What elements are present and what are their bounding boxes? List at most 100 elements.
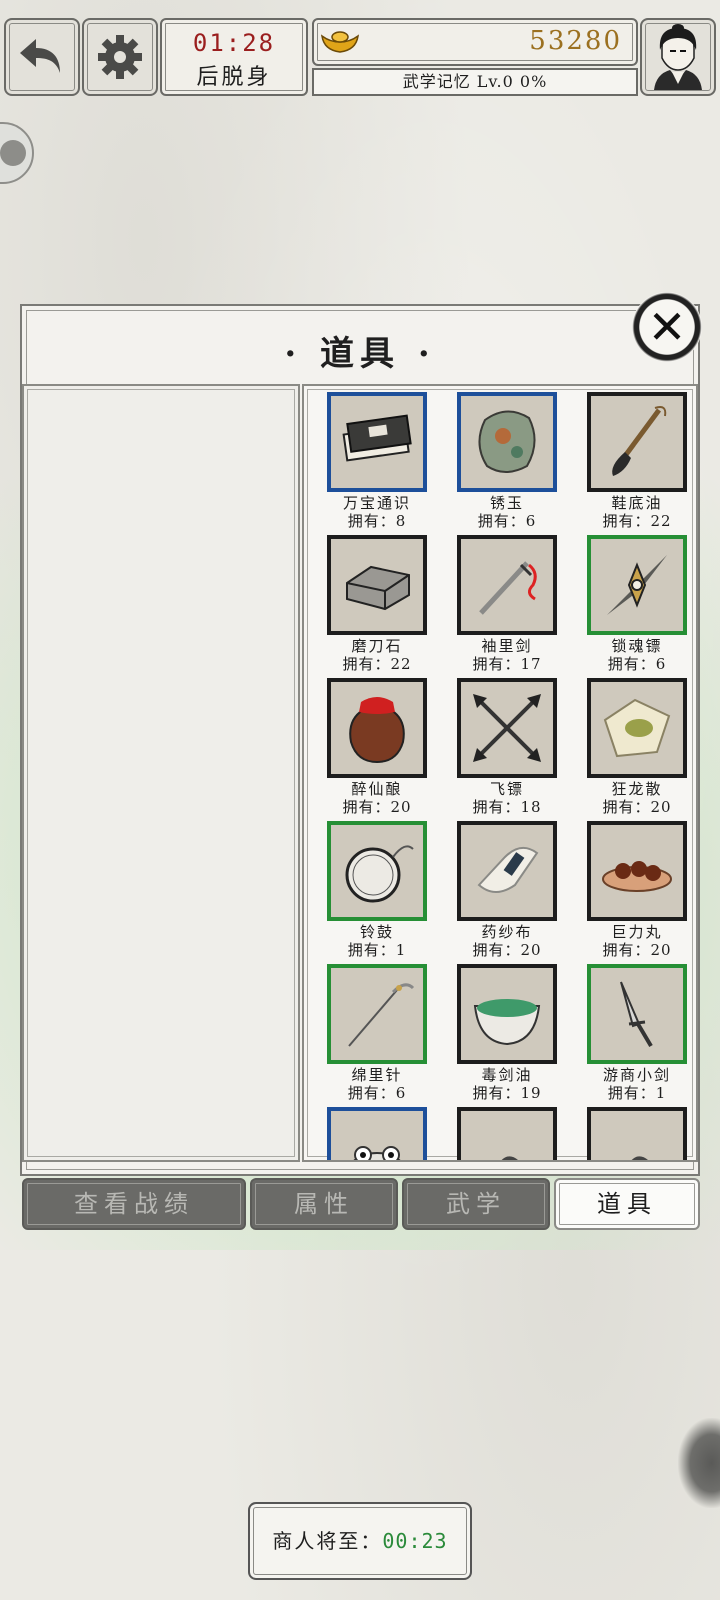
item-name: 绵里针 — [351, 1066, 403, 1084]
pills-bowl-icon — [602, 861, 672, 892]
inventory-item[interactable]: 飞镖 拥有：18 — [442, 678, 572, 816]
whetstone-icon — [346, 565, 410, 611]
merchant-countdown: 商人将至：00:23 — [248, 1502, 472, 1580]
item-slot[interactable] — [587, 535, 687, 635]
inventory-item[interactable]: 磨刀石 拥有：22 — [312, 535, 442, 673]
item-count: 拥有：20 — [342, 798, 412, 816]
item-slot[interactable] — [327, 964, 427, 1064]
inventory-item[interactable]: 鞋底油 拥有：22 — [572, 392, 696, 530]
item-slot[interactable] — [327, 392, 427, 492]
item-slot[interactable] — [457, 1107, 557, 1160]
ink-blot-decoration — [678, 1418, 720, 1508]
item-slot[interactable] — [457, 821, 557, 921]
item-slot[interactable] — [587, 392, 687, 492]
avatar-button[interactable] — [640, 18, 716, 96]
item-name: 游商小剑 — [602, 1066, 671, 1084]
sleeve-sword-icon — [479, 561, 537, 615]
item-slot[interactable] — [327, 678, 427, 778]
brush-icon — [612, 406, 667, 476]
item-count: 拥有：1 — [347, 941, 407, 959]
item-slot[interactable] — [587, 821, 687, 921]
inventory-item[interactable]: 绵里针 拥有：6 — [312, 964, 442, 1102]
item-slot[interactable] — [587, 678, 687, 778]
tab-martial-arts[interactable]: 武学 — [402, 1178, 550, 1230]
bandage-icon — [477, 846, 539, 893]
item-slot[interactable] — [327, 1107, 427, 1160]
item-count: 拥有：17 — [472, 655, 542, 673]
back-button[interactable] — [4, 18, 80, 96]
inventory-item[interactable]: 醉仙酿 拥有：20 — [312, 678, 442, 816]
item-name: 醉仙酿 — [351, 780, 403, 798]
inventory-item[interactable]: 袖里剑 拥有：17 — [442, 535, 572, 673]
item-name: 万宝通识 — [342, 494, 411, 512]
inventory-item[interactable]: 游商小剑 拥有：1 — [572, 964, 696, 1102]
timer-time: 01:28 — [192, 29, 276, 57]
item-grid: 万宝通识 拥有：8 锈玉 拥有：6 鞋底油 拥有：22 磨刀石 拥有：22 袖里剑 拥有：17 锁魂… — [312, 392, 692, 1160]
item-slot[interactable] — [457, 678, 557, 778]
panel-title: · 道具 · — [284, 334, 436, 374]
inventory-item[interactable]: 铃鼓 拥有：1 — [312, 821, 442, 959]
poison-bowl-icon — [473, 999, 541, 1046]
close-icon: ✕ — [647, 300, 687, 354]
item-name: 巨力丸 — [611, 923, 663, 941]
item-name: 狂龙散 — [611, 780, 663, 798]
item-count: 拥有：6 — [477, 512, 537, 530]
item-count: 拥有：6 — [347, 1084, 407, 1102]
item-name: 铃鼓 — [359, 923, 394, 941]
item-count: 拥有：6 — [607, 655, 667, 673]
merchant-time: 00:23 — [382, 1529, 448, 1553]
inventory-item[interactable]: 巨力丸 拥有：20 — [572, 821, 696, 959]
item-grid-pane[interactable]: 万宝通识 拥有：8 锈玉 拥有：6 鞋底油 拥有：22 磨刀石 拥有：22 袖里剑 拥有：17 锁魂… — [302, 384, 698, 1162]
item-count: 拥有：8 — [347, 512, 407, 530]
item-count: 拥有：20 — [602, 941, 672, 959]
frog-icon — [353, 1146, 401, 1160]
martial-memory-level: 武学记忆 Lv.0 0% — [312, 68, 638, 96]
close-button[interactable]: ✕ — [632, 292, 702, 362]
item-name: 鞋底油 — [611, 494, 663, 512]
item-name: 药纱布 — [481, 923, 533, 941]
dart-icon — [607, 555, 667, 615]
gold-ingot-icon — [321, 31, 359, 53]
inventory-item[interactable] — [442, 1107, 572, 1160]
inventory-item[interactable]: 毒剑油 拥有：19 — [442, 964, 572, 1102]
item-count: 拥有：18 — [472, 798, 542, 816]
gold-display: 53280 — [312, 18, 638, 66]
inventory-item[interactable] — [312, 1107, 442, 1160]
merchant-label: 商人将至： — [272, 1529, 383, 1553]
unknown-item-icon — [501, 1156, 518, 1160]
escape-timer: 01:28 后脱身 — [160, 18, 308, 96]
item-slot[interactable] — [327, 535, 427, 635]
tab-attributes[interactable]: 属性 — [250, 1178, 398, 1230]
item-count: 拥有：20 — [472, 941, 542, 959]
item-slot[interactable] — [457, 535, 557, 635]
item-name: 锁魂镖 — [611, 637, 663, 655]
inventory-item[interactable] — [572, 1107, 696, 1160]
item-count: 拥有：1 — [607, 1084, 667, 1102]
item-slot[interactable] — [457, 392, 557, 492]
item-count: 拥有：19 — [472, 1084, 542, 1102]
item-name: 毒剑油 — [481, 1066, 533, 1084]
item-slot[interactable] — [587, 964, 687, 1064]
needle-icon — [348, 983, 415, 1047]
item-slot[interactable] — [457, 964, 557, 1064]
item-count: 拥有：20 — [602, 798, 672, 816]
tambourine-icon — [345, 845, 414, 903]
crossed-darts-icon — [473, 694, 541, 762]
timer-label: 后脱身 — [196, 65, 272, 90]
settings-button[interactable] — [82, 18, 158, 96]
item-slot[interactable] — [587, 1107, 687, 1160]
tab-items[interactable]: 道具 — [554, 1178, 700, 1230]
item-count: 拥有：22 — [342, 655, 412, 673]
inventory-item[interactable]: 锈玉 拥有：6 — [442, 392, 572, 530]
tab-battle-record[interactable]: 查看战绩 — [22, 1178, 246, 1230]
inventory-item[interactable]: 药纱布 拥有：20 — [442, 821, 572, 959]
book-icon — [342, 414, 412, 462]
gold-value: 53280 — [529, 26, 622, 56]
inventory-item[interactable]: 狂龙散 拥有：20 — [572, 678, 696, 816]
wine-jar-icon — [349, 697, 405, 764]
powder-packet-icon — [603, 698, 671, 758]
inventory-item[interactable]: 锁魂镖 拥有：6 — [572, 535, 696, 673]
item-slot[interactable] — [327, 821, 427, 921]
inventory-item[interactable]: 万宝通识 拥有：8 — [312, 392, 442, 530]
gear-icon — [98, 35, 142, 79]
